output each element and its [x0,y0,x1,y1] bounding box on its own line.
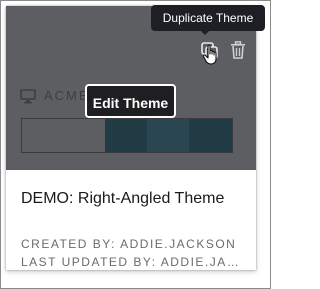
theme-name: DEMO: Right-Angled Theme [21,190,225,207]
color-palette [21,118,233,153]
trash-icon[interactable] [230,41,246,59]
palette-swatch [105,119,147,152]
last-updated-by: LAST UPDATED BY: ADDIE.JACKSON [21,255,246,269]
palette-swatch [147,119,189,152]
duplicate-theme-tooltip: Duplicate Theme [151,5,265,31]
tooltip-arrow [200,30,210,35]
palette-swatch [22,119,105,152]
monitor-icon [20,89,36,104]
screenshot-frame: ACME Edit Theme DEMO: Right-Angled Theme… [0,0,271,289]
hand-cursor-icon [202,44,217,65]
theme-card[interactable]: ACME Edit Theme DEMO: Right-Angled Theme… [6,6,256,270]
brand-text: ACME [44,88,90,103]
created-by: CREATED BY: ADDIE.JACKSON [21,237,237,251]
palette-swatch [189,119,232,152]
edit-theme-button[interactable]: Edit Theme [85,84,176,118]
